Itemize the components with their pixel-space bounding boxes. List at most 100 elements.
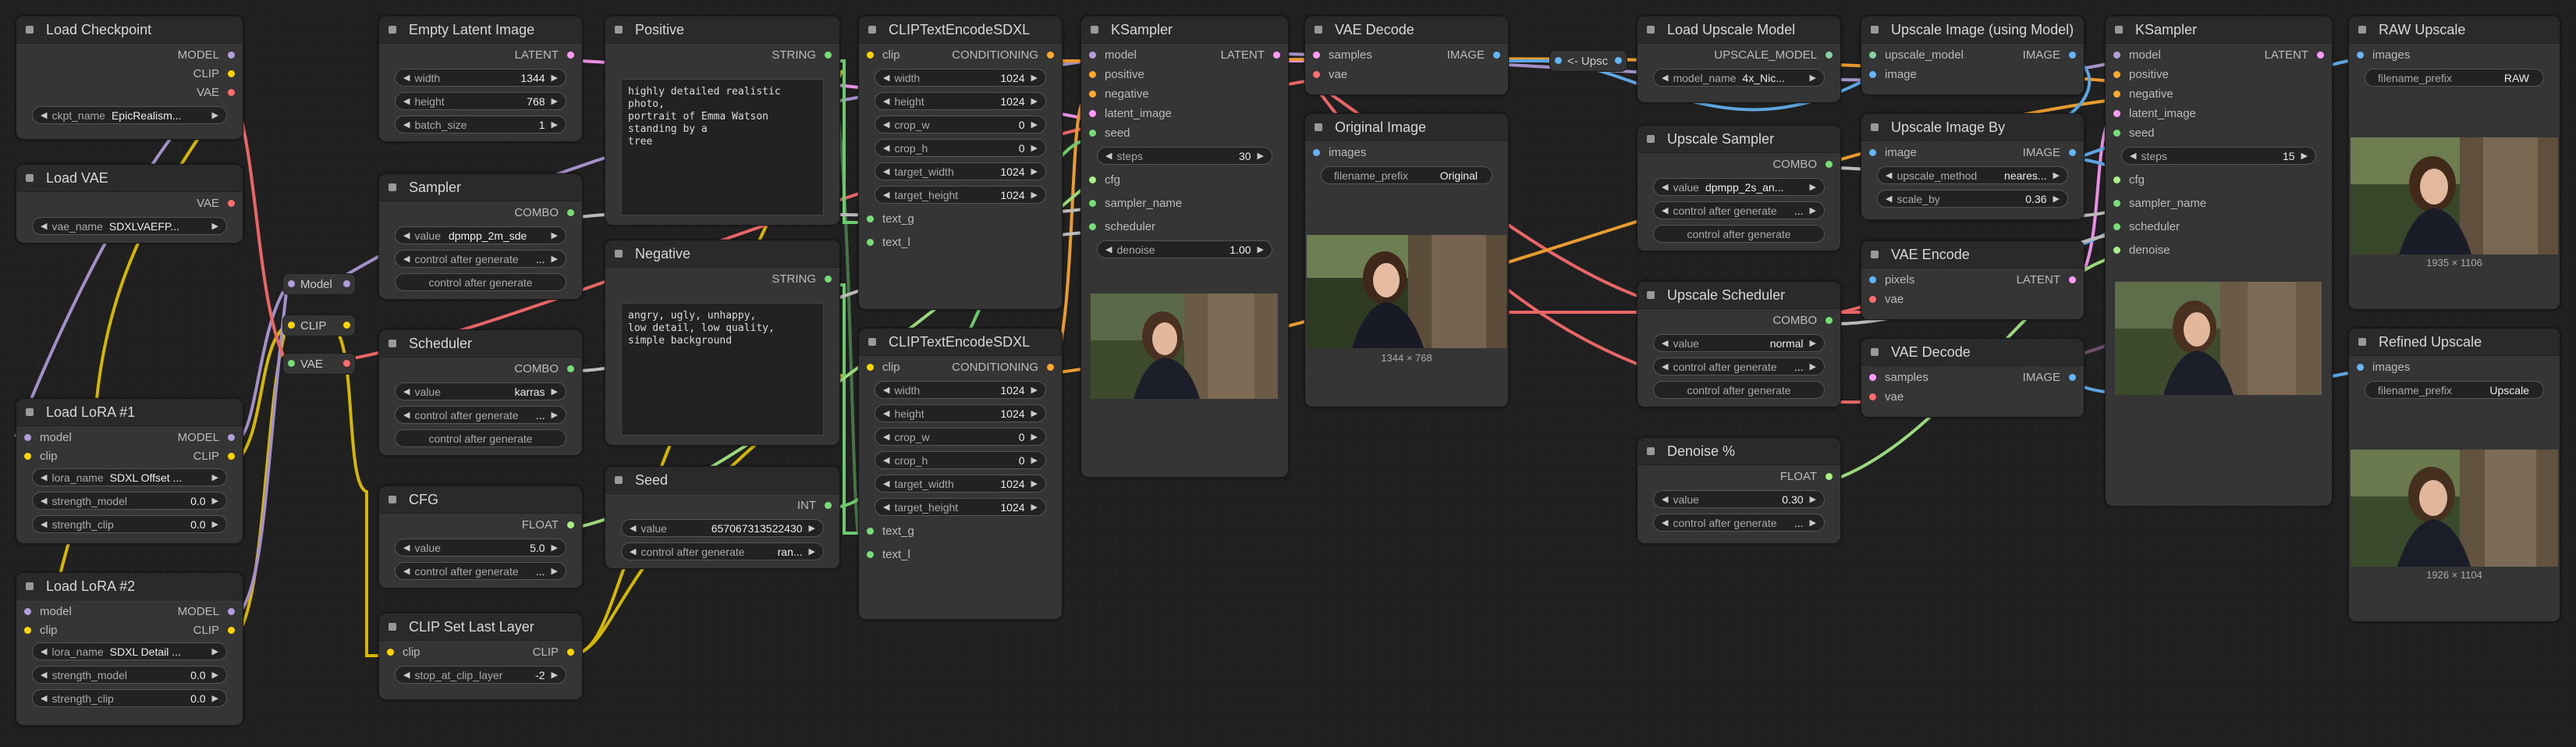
steps-widget[interactable]: ◀ steps 30 ▶ — [1097, 147, 1272, 165]
socket-clip-in[interactable] — [867, 364, 874, 371]
height-widget[interactable]: ◀ height 1024 ▶ — [875, 92, 1046, 110]
load-lora-2-node[interactable]: Load LoRA #2 model MODEL clip CLIP ◀ lora_n… — [16, 572, 243, 726]
socket-seed[interactable] — [2113, 130, 2120, 137]
upscale-sampler-node[interactable]: Upscale Sampler COMBO ◀ value dpmpp_2s_an.… — [1637, 125, 1841, 251]
ckpt-name-widget[interactable]: ◀ ckpt_name EpicRealism... ▶ — [32, 106, 227, 124]
value-widget[interactable]: ◀ value normal ▶ — [1653, 334, 1825, 352]
socket-conditioning[interactable] — [1047, 52, 1054, 59]
socket-text-l[interactable] — [867, 551, 874, 558]
target-height-widget[interactable]: ◀ target_height 1024 ▶ — [875, 186, 1046, 204]
socket-images[interactable] — [1313, 149, 1320, 156]
positive-prompt-textarea[interactable]: highly detailed realistic photo, portrai… — [621, 79, 824, 215]
socket-string[interactable] — [825, 276, 832, 283]
control-after-generate-button[interactable]: control after generate — [1653, 225, 1825, 243]
socket-image-out[interactable] — [2069, 149, 2076, 156]
height-widget[interactable]: ◀ height 1024 ▶ — [875, 404, 1046, 422]
load-checkpoint-node[interactable]: Load Checkpoint MODEL CLIP VAE ◀ ckpt_nam… — [16, 16, 243, 140]
control-after-generate-widget[interactable]: ◀ control after generate... ▶ — [1653, 201, 1825, 219]
socket-combo[interactable] — [1826, 161, 1833, 168]
collapse-icon[interactable] — [615, 250, 623, 258]
socket-negative[interactable] — [2113, 91, 2120, 98]
socket-latent-image[interactable] — [1089, 110, 1096, 117]
socket-vae[interactable] — [228, 89, 235, 96]
socket-cfg[interactable] — [1089, 176, 1096, 183]
socket-out[interactable] — [343, 360, 350, 367]
value-widget[interactable]: ◀ value 0.30 ▶ — [1653, 490, 1825, 508]
load-upscale-model-node[interactable]: Load Upscale Model UPSCALE_MODEL ◀ model_… — [1637, 16, 1841, 103]
target-width-widget[interactable]: ◀ target_width 1024 ▶ — [875, 162, 1046, 180]
model-name-widget[interactable]: ◀ model_name 4x_Nic... ▶ — [1653, 69, 1825, 87]
collapse-icon[interactable] — [1091, 26, 1098, 34]
clip-set-last-layer-node[interactable]: CLIP Set Last Layer clip CLIP ◀ stop_at_cl… — [378, 613, 583, 700]
upscale-image-by-node[interactable]: Upscale Image By image IMAGE ◀ upscale_met… — [1861, 113, 2085, 220]
collapse-icon[interactable] — [1871, 26, 1879, 34]
socket-images[interactable] — [2357, 364, 2364, 371]
ksampler-2-node[interactable]: KSampler model LATENT positive negative l… — [2105, 16, 2333, 507]
socket-float[interactable] — [1826, 473, 1833, 480]
lora-name-widget[interactable]: ◀ lora_name SDXL Detail ... ▶ — [32, 642, 227, 660]
crop-w-widget[interactable]: ◀ crop_w 0 ▶ — [875, 428, 1046, 446]
socket-clip-in[interactable] — [387, 649, 394, 656]
sampler-node[interactable]: Sampler COMBO ◀ value dpmpp_2m_sde ▶ ◀ contr… — [378, 173, 583, 300]
vae-encode-node[interactable]: VAE Encode pixels LATENT vae — [1861, 240, 2085, 320]
upscale-image-using-model-node[interactable]: Upscale Image (using Model) upscale_mode… — [1861, 16, 2085, 95]
clip-text-encode-sdxl-positive-node[interactable]: CLIPTextEncodeSDXL clip CONDITIONING ◀ wid… — [858, 16, 1063, 310]
socket-upscale-model[interactable] — [1869, 52, 1876, 59]
ksampler-1-node[interactable]: KSampler model LATENT positive negative l… — [1080, 16, 1289, 478]
collapse-icon[interactable] — [1647, 135, 1655, 143]
socket-model-in[interactable] — [24, 434, 31, 441]
reroute-upscale[interactable]: <- Upsc — [1549, 50, 1627, 72]
denoise-percent-node[interactable]: Denoise % FLOAT ◀ value 0.30 ▶ ◀ control aft… — [1637, 437, 1841, 544]
socket-latent[interactable] — [2069, 276, 2076, 283]
collapse-icon[interactable] — [26, 26, 34, 34]
collapse-icon[interactable] — [26, 582, 34, 590]
collapse-icon[interactable] — [1315, 26, 1322, 34]
reroute-vae[interactable]: VAE — [282, 353, 356, 375]
socket-model-in[interactable] — [24, 608, 31, 615]
socket-seed[interactable] — [1089, 130, 1096, 137]
socket-cfg[interactable] — [2113, 176, 2120, 183]
socket-samples[interactable] — [1869, 374, 1876, 381]
collapse-icon[interactable] — [26, 174, 34, 182]
collapse-icon[interactable] — [615, 26, 623, 34]
socket-conditioning[interactable] — [1047, 364, 1054, 371]
socket-model[interactable] — [1089, 52, 1096, 59]
clip-text-encode-sdxl-negative-node[interactable]: CLIPTextEncodeSDXL clip CONDITIONING ◀ wid… — [858, 328, 1063, 620]
collapse-icon[interactable] — [868, 26, 876, 34]
socket-vae[interactable] — [1869, 393, 1876, 400]
socket-clip-out[interactable] — [228, 627, 235, 634]
control-after-generate-button[interactable]: control after generate — [395, 429, 566, 447]
refined-upscale-node[interactable]: Refined Upscale images filename_prefix Up… — [2348, 328, 2560, 622]
socket-clip-out[interactable] — [567, 649, 574, 656]
socket-clip-in[interactable] — [24, 627, 31, 634]
collapse-icon[interactable] — [1647, 291, 1655, 299]
socket-float[interactable] — [567, 521, 574, 528]
control-after-generate-button[interactable]: control after generate — [395, 273, 566, 291]
value-widget[interactable]: ◀ value karras ▶ — [395, 382, 566, 400]
socket-image-in[interactable] — [1869, 71, 1876, 78]
socket-sampler-name[interactable] — [2113, 200, 2120, 207]
height-widget[interactable]: ◀ height 768 ▶ — [395, 92, 566, 110]
collapse-icon[interactable] — [1647, 447, 1655, 455]
control-after-generate-widget[interactable]: ◀ control after generate... ▶ — [1653, 357, 1825, 375]
negative-prompt-node[interactable]: Negative STRING angry, ugly, unhappy, lo… — [605, 240, 840, 446]
socket-vae[interactable] — [228, 200, 235, 207]
seed-node[interactable]: Seed INT ◀ value 657067313522430 ▶ ◀ control… — [605, 466, 840, 569]
collapse-icon[interactable] — [615, 476, 623, 484]
socket-in[interactable] — [288, 280, 295, 287]
load-lora-1-node[interactable]: Load LoRA #1 model MODEL clip CLIP ◀ lora_n… — [16, 398, 243, 544]
socket-text-g[interactable] — [867, 528, 874, 535]
socket-scheduler[interactable] — [2113, 223, 2120, 230]
socket-vae[interactable] — [1313, 71, 1320, 78]
control-after-generate-widget[interactable]: ◀ control after generate... ▶ — [395, 406, 566, 424]
socket-in[interactable] — [288, 322, 295, 329]
collapse-icon[interactable] — [389, 623, 396, 631]
target-height-widget[interactable]: ◀ target_height 1024 ▶ — [875, 498, 1046, 516]
socket-text-l[interactable] — [867, 239, 874, 246]
socket-in[interactable] — [288, 360, 295, 367]
socket-latent-out[interactable] — [2317, 52, 2324, 59]
socket-samples[interactable] — [1313, 52, 1320, 59]
socket-clip-in[interactable] — [24, 453, 31, 460]
socket-in[interactable] — [1555, 57, 1562, 64]
socket-clip[interactable] — [228, 70, 235, 77]
